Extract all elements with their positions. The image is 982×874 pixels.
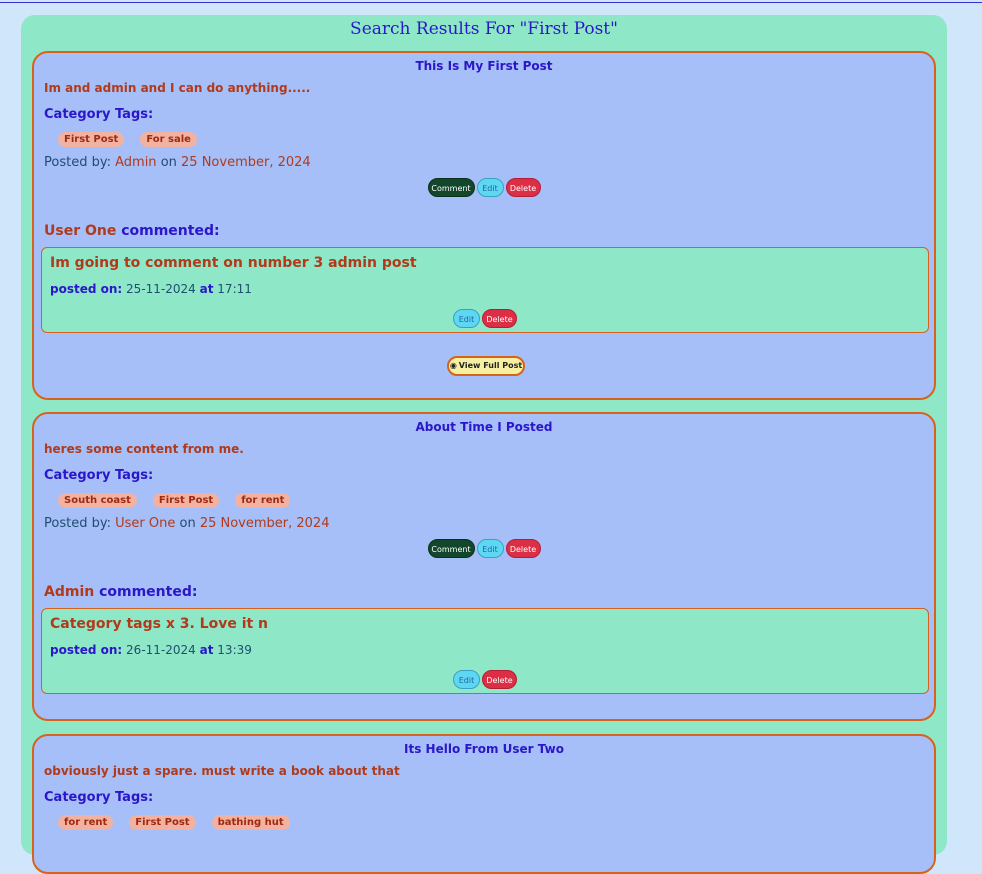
- commenter-heading: Admin commented:: [44, 584, 197, 600]
- comment-button[interactable]: Comment: [427, 178, 475, 197]
- comment-text: Category tags x 3. Love it n: [50, 616, 269, 632]
- comment-date: 25-11-2024: [126, 282, 196, 296]
- comment-card: Category tags x 3. Love it n posted on: …: [41, 608, 929, 694]
- post-actions: Comment Edit Delete: [34, 178, 934, 197]
- edit-post-button[interactable]: Edit: [476, 539, 504, 558]
- post-meta: Posted by: Admin on 25 November, 2024: [44, 155, 311, 170]
- edit-post-button[interactable]: Edit: [476, 178, 504, 197]
- tag-badge[interactable]: South coast: [58, 493, 137, 508]
- tag-badge[interactable]: for rent: [58, 815, 114, 830]
- post-title: This Is My First Post: [415, 59, 553, 73]
- view-full-post-button[interactable]: ◉ View Full Post: [447, 356, 525, 376]
- search-results-heading: Search Results For "First Post": [350, 19, 618, 39]
- tag-badge[interactable]: First Post: [152, 493, 220, 508]
- view-full-post-label: View Full Post: [458, 361, 523, 370]
- eye-icon: ◉: [449, 361, 457, 370]
- commented-label: commented:: [99, 584, 198, 600]
- delete-post-button[interactable]: Delete: [505, 178, 541, 197]
- commenter-heading: User One commented:: [44, 223, 220, 239]
- post-card: This Is My First Post Im and admin and I…: [32, 51, 936, 400]
- posted-on-label: posted on:: [50, 282, 123, 296]
- posted-on-label: posted on:: [50, 643, 123, 657]
- comment-button[interactable]: Comment: [427, 539, 475, 558]
- tag-badge[interactable]: bathing hut: [211, 815, 290, 830]
- posted-by-label: Posted by:: [44, 516, 111, 531]
- comment-actions: Edit Delete: [42, 670, 928, 689]
- on-label: on: [179, 516, 196, 531]
- post-title: Its Hello From User Two: [404, 742, 564, 756]
- post-actions: Comment Edit Delete: [34, 539, 934, 558]
- delete-post-button[interactable]: Delete: [505, 539, 541, 558]
- tag-list: First Post For sale: [58, 132, 197, 147]
- tag-list: for rent First Post bathing hut: [58, 815, 290, 830]
- post-author: Admin: [115, 155, 157, 170]
- category-tags-label: Category Tags:: [44, 790, 154, 805]
- post-card: About Time I Posted heres some content f…: [32, 412, 936, 721]
- delete-comment-button[interactable]: Delete: [482, 309, 517, 328]
- post-date: 25 November, 2024: [199, 516, 330, 531]
- edit-comment-button[interactable]: Edit: [453, 670, 480, 689]
- at-label: at: [199, 282, 214, 296]
- on-label: on: [160, 155, 177, 170]
- comment-time: 13:39: [217, 643, 252, 657]
- delete-comment-button[interactable]: Delete: [482, 670, 517, 689]
- post-content: obviously just a spare. must write a boo…: [44, 764, 400, 778]
- edit-comment-button[interactable]: Edit: [453, 309, 480, 328]
- search-results-panel: Search Results For "First Post" This Is …: [21, 15, 947, 874]
- commenter-name: Admin: [44, 584, 95, 600]
- post-title: About Time I Posted: [415, 420, 553, 434]
- comment-date: 26-11-2024: [126, 643, 196, 657]
- post-date: 25 November, 2024: [181, 155, 311, 170]
- tag-badge[interactable]: For sale: [140, 132, 197, 147]
- post-content: Im and admin and I can do anything.....: [44, 81, 311, 95]
- posted-by-label: Posted by:: [44, 155, 111, 170]
- comment-card: Im going to comment on number 3 admin po…: [41, 247, 929, 333]
- comment-meta: posted on: 25-11-2024 at 17:11: [50, 282, 252, 296]
- tag-badge[interactable]: First Post: [129, 815, 196, 830]
- comment-meta: posted on: 26-11-2024 at 13:39: [50, 643, 252, 657]
- tag-badge[interactable]: First Post: [58, 132, 125, 147]
- comment-actions: Edit Delete: [42, 309, 928, 328]
- tag-badge[interactable]: for rent: [235, 493, 291, 508]
- category-tags-label: Category Tags:: [44, 107, 154, 122]
- top-border-line: [0, 2, 982, 3]
- post-meta: Posted by: User One on 25 November, 2024: [44, 516, 329, 531]
- post-card: Its Hello From User Two obviously just a…: [32, 734, 936, 874]
- post-author: User One: [115, 516, 176, 531]
- commented-label: commented:: [121, 223, 220, 239]
- post-content: heres some content from me.: [44, 442, 244, 456]
- commenter-name: User One: [44, 223, 117, 239]
- comment-time: 17:11: [217, 282, 252, 296]
- category-tags-label: Category Tags:: [44, 468, 154, 483]
- at-label: at: [199, 643, 214, 657]
- tag-list: South coast First Post for rent: [58, 493, 291, 508]
- comment-text: Im going to comment on number 3 admin po…: [50, 255, 417, 271]
